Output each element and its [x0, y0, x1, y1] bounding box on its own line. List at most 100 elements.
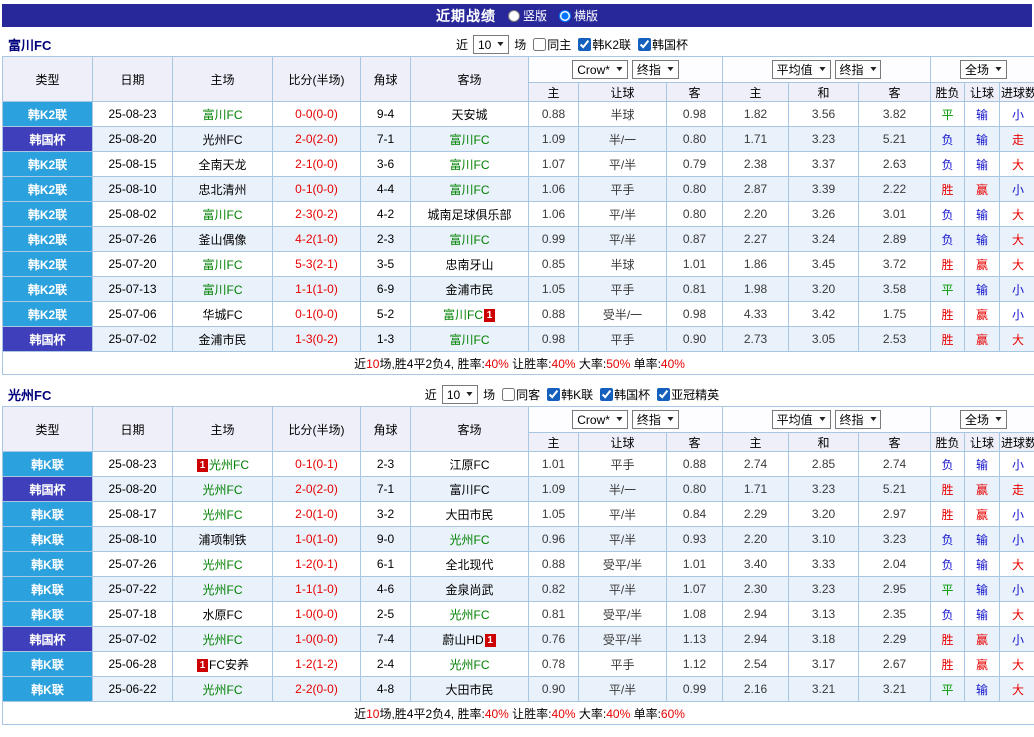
league-cell[interactable]: 韩K联	[3, 552, 93, 577]
team-link[interactable]: 全北现代	[445, 558, 493, 572]
team-link[interactable]: 光州FC	[450, 658, 490, 672]
filter-checkbox-input[interactable]	[547, 388, 560, 401]
score-cell[interactable]: 2-0(2-0)	[273, 127, 361, 152]
score-cell[interactable]: 1-0(0-0)	[273, 602, 361, 627]
team-link[interactable]: 金浦市民	[445, 283, 493, 297]
score-cell[interactable]: 2-0(1-0)	[273, 502, 361, 527]
score-cell[interactable]: 2-2(0-0)	[273, 677, 361, 702]
league-cell[interactable]: 韩K联	[3, 577, 93, 602]
score-cell[interactable]: 0-1(0-1)	[273, 452, 361, 477]
filter-checkbox-input[interactable]	[502, 388, 515, 401]
score-cell[interactable]: 5-3(2-1)	[273, 252, 361, 277]
filter-checkbox-input[interactable]	[533, 38, 546, 51]
team-link[interactable]: 釜山偶像	[198, 233, 246, 247]
team-link[interactable]: 光州FC	[203, 133, 243, 147]
league-cell[interactable]: 韩国杯	[3, 327, 93, 352]
layout-radio-vertical[interactable]: 竖版	[508, 7, 547, 24]
league-cell[interactable]: 韩K2联	[3, 152, 93, 177]
team-link[interactable]: 全南天龙	[198, 158, 246, 172]
team-link[interactable]: 富川FC	[203, 208, 243, 222]
team-link[interactable]: 浦项制铁	[198, 533, 246, 547]
team-link[interactable]: 光州FC	[450, 608, 490, 622]
filter-checkbox[interactable]: 韩K2联	[578, 36, 631, 53]
team-link[interactable]: 光州FC	[209, 458, 249, 472]
bookmaker-select[interactable]: Crow*▼	[572, 60, 628, 79]
league-cell[interactable]: 韩K2联	[3, 277, 93, 302]
euro-company-select[interactable]: 平均值▼	[772, 60, 831, 79]
filter-checkbox-input[interactable]	[578, 38, 591, 51]
filter-checkbox[interactable]: 韩K联	[547, 386, 593, 403]
team-link[interactable]: 富川FC	[443, 308, 483, 322]
asia-time-select[interactable]: 终指▼	[632, 60, 679, 79]
score-cell[interactable]: 0-1(0-0)	[273, 177, 361, 202]
team-link[interactable]: 光州FC	[203, 633, 243, 647]
euro-time-select[interactable]: 终指▼	[835, 410, 882, 429]
league-cell[interactable]: 韩K联	[3, 652, 93, 677]
team-link[interactable]: 富川FC	[450, 158, 490, 172]
match-count-select[interactable]: 10▼	[473, 35, 509, 54]
league-cell[interactable]: 韩国杯	[3, 477, 93, 502]
score-cell[interactable]: 1-2(0-1)	[273, 552, 361, 577]
filter-checkbox-input[interactable]	[638, 38, 651, 51]
league-cell[interactable]: 韩K2联	[3, 177, 93, 202]
team-link[interactable]: 光州FC	[203, 683, 243, 697]
filter-checkbox[interactable]: 同客	[502, 386, 540, 403]
asia-time-select[interactable]: 终指▼	[632, 410, 679, 429]
team-link[interactable]: 金泉尚武	[445, 583, 493, 597]
team-link[interactable]: 光州FC	[203, 483, 243, 497]
league-cell[interactable]: 韩K2联	[3, 252, 93, 277]
team-link[interactable]: 华城FC	[203, 308, 243, 322]
score-cell[interactable]: 2-0(2-0)	[273, 477, 361, 502]
filter-checkbox[interactable]: 韩国杯	[638, 36, 688, 53]
league-cell[interactable]: 韩K联	[3, 677, 93, 702]
team-link[interactable]: 忠南牙山	[445, 258, 493, 272]
team-link[interactable]: FC安养	[209, 658, 249, 672]
scope-select[interactable]: 全场▼	[960, 60, 1007, 79]
team-link[interactable]: 富川FC	[450, 333, 490, 347]
team-link[interactable]: 光州FC	[203, 583, 243, 597]
score-cell[interactable]: 1-0(1-0)	[273, 527, 361, 552]
team-link[interactable]: 大田市民	[445, 508, 493, 522]
bookmaker-select[interactable]: Crow*▼	[572, 410, 628, 429]
team-link[interactable]: 富川FC	[450, 483, 490, 497]
filter-checkbox[interactable]: 亚冠精英	[657, 386, 719, 403]
score-cell[interactable]: 0-0(0-0)	[273, 102, 361, 127]
league-cell[interactable]: 韩K2联	[3, 102, 93, 127]
score-cell[interactable]: 2-3(0-2)	[273, 202, 361, 227]
league-cell[interactable]: 韩K2联	[3, 227, 93, 252]
league-cell[interactable]: 韩K联	[3, 527, 93, 552]
league-cell[interactable]: 韩K联	[3, 452, 93, 477]
filter-checkbox-input[interactable]	[657, 388, 670, 401]
filter-checkbox[interactable]: 同主	[533, 36, 571, 53]
filter-checkbox[interactable]: 韩国杯	[600, 386, 650, 403]
team-link[interactable]: 金浦市民	[198, 333, 246, 347]
score-cell[interactable]: 1-2(1-2)	[273, 652, 361, 677]
team-link[interactable]: 江原FC	[450, 458, 490, 472]
filter-checkbox-input[interactable]	[600, 388, 613, 401]
team-link[interactable]: 水原FC	[203, 608, 243, 622]
team-link[interactable]: 城南足球俱乐部	[427, 208, 511, 222]
team-link[interactable]: 光州FC	[203, 558, 243, 572]
league-cell[interactable]: 韩国杯	[3, 627, 93, 652]
team-link[interactable]: 富川FC	[203, 258, 243, 272]
euro-company-select[interactable]: 平均值▼	[772, 410, 831, 429]
radio-vertical-input[interactable]	[508, 10, 520, 22]
score-cell[interactable]: 1-1(1-0)	[273, 277, 361, 302]
league-cell[interactable]: 韩K2联	[3, 302, 93, 327]
score-cell[interactable]: 1-3(0-2)	[273, 327, 361, 352]
team-link[interactable]: 大田市民	[445, 683, 493, 697]
team-link[interactable]: 富川FC	[450, 233, 490, 247]
team-link[interactable]: 忠北清州	[198, 183, 246, 197]
team-link[interactable]: 富川FC	[203, 283, 243, 297]
team-link[interactable]: 富川FC	[450, 183, 490, 197]
euro-time-select[interactable]: 终指▼	[835, 60, 882, 79]
league-cell[interactable]: 韩K联	[3, 602, 93, 627]
score-cell[interactable]: 4-2(1-0)	[273, 227, 361, 252]
radio-horizontal-input[interactable]	[559, 10, 571, 22]
score-cell[interactable]: 0-1(0-0)	[273, 302, 361, 327]
league-cell[interactable]: 韩K2联	[3, 202, 93, 227]
team-link[interactable]: 富川FC	[203, 108, 243, 122]
score-cell[interactable]: 1-0(0-0)	[273, 627, 361, 652]
team-link[interactable]: 光州FC	[450, 533, 490, 547]
score-cell[interactable]: 2-1(0-0)	[273, 152, 361, 177]
